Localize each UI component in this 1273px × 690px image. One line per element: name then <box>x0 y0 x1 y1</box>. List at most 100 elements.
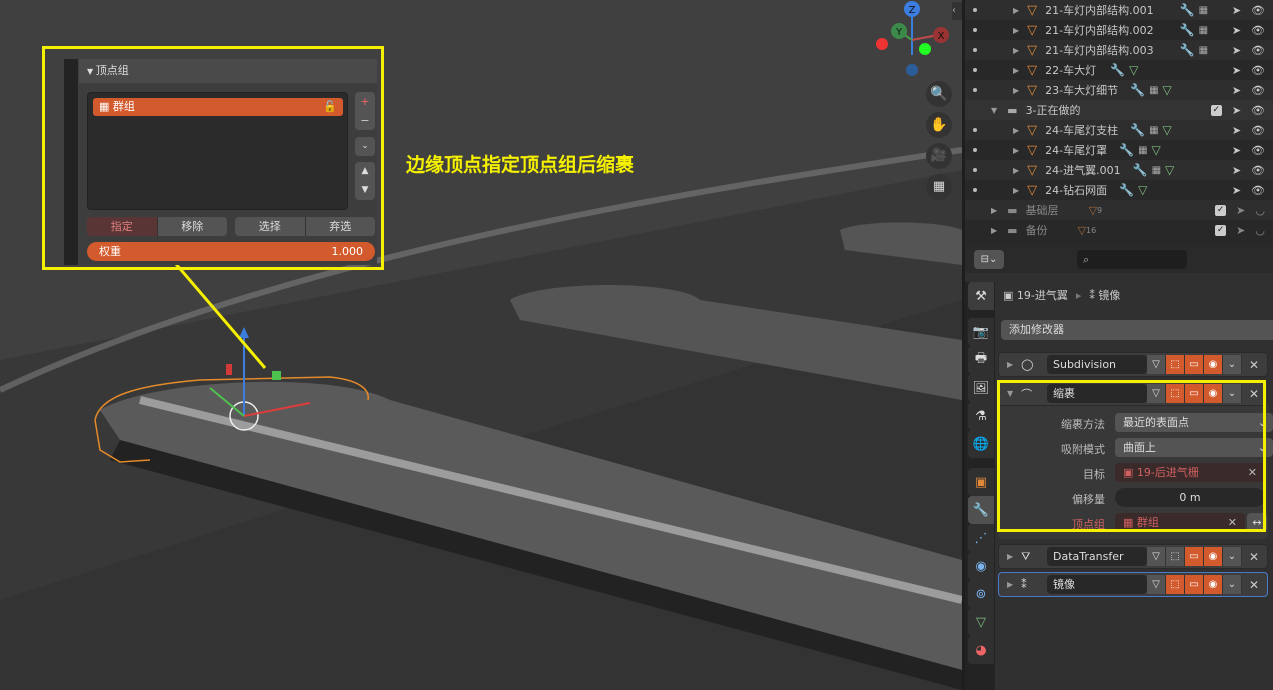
modifier-icon[interactable]: 🔧 <box>1130 83 1145 97</box>
editmode-icon[interactable]: ⬚ <box>1166 575 1185 594</box>
data-tab-icon[interactable]: ▽ <box>968 608 994 636</box>
outliner-row[interactable]: ▶ ▽ 24-钻石网面 🔧 ▽ ➤ 👁 <box>965 180 1273 200</box>
eye-icon[interactable]: 👁 <box>1251 124 1265 137</box>
select-arrow-icon[interactable]: ➤ <box>1232 184 1241 197</box>
select-arrow-icon[interactable]: ➤ <box>1232 44 1241 57</box>
eye-closed-icon[interactable]: ◡ <box>1255 204 1265 217</box>
collapse-sidebar-icon[interactable]: ‹ <box>952 2 962 20</box>
expand-icon[interactable]: ▶ <box>1007 580 1013 589</box>
dropdown-icon[interactable]: ⌄ <box>1223 355 1242 374</box>
delete-modifier-icon[interactable]: ✕ <box>1249 578 1259 592</box>
dropdown-icon[interactable]: ⌄ <box>1223 547 1242 566</box>
output-tab-icon[interactable]: 🖶 <box>968 346 994 374</box>
vertex-group-list[interactable]: ▦ 群组 🔓 <box>87 92 348 210</box>
modifier-icon[interactable]: 🔧 <box>1110 63 1125 77</box>
modifier-tab-icon[interactable]: 🔧 <box>968 496 994 524</box>
eye-icon[interactable]: 👁 <box>1251 44 1265 57</box>
outliner-row[interactable]: ▶ ▽ 24-进气翼.001 🔧 ▦ ▽ ➤ 👁 <box>965 160 1273 180</box>
modifier-mirror[interactable]: ▶ ⁑ 镜像 ▽ ⬚ ▭ ◉ ⌄ ✕ <box>998 572 1268 597</box>
view-layer-tab-icon[interactable]: 🖼 <box>968 374 994 402</box>
edit-cage-icon[interactable]: ▽ <box>1147 547 1166 566</box>
remove-icon[interactable]: − <box>355 111 375 130</box>
eye-icon[interactable]: 👁 <box>1251 4 1265 17</box>
outliner-row[interactable]: ▶ ▽ 24-车尾灯罩 🔧 ▦ ▽ ➤ 👁 <box>965 140 1273 160</box>
select-arrow-icon[interactable]: ➤ <box>1236 224 1245 237</box>
modifier-subdivision[interactable]: ▶ ◯ Subdivision ▽ ⬚ ▭ ◉ ⌄ ✕ <box>998 352 1268 377</box>
object-tab-icon[interactable]: ▣ <box>968 468 994 496</box>
move-up-icon[interactable]: ▲ <box>355 162 375 181</box>
modifier-icon[interactable]: 🔧 <box>1119 183 1134 197</box>
modifier-datatransfer[interactable]: ▶ ⛛ DataTransfer ▽ ⬚ ▭ ◉ ⌄ ✕ <box>998 544 1268 569</box>
eye-icon[interactable]: 👁 <box>1251 144 1265 157</box>
render-icon[interactable]: ◉ <box>1204 575 1223 594</box>
pan-hand-icon[interactable]: ✋ <box>926 112 952 138</box>
remove-button[interactable]: 移除 <box>156 217 228 236</box>
eye-icon[interactable]: 👁 <box>1251 24 1265 37</box>
add-remove-group-buttons[interactable]: + − <box>355 92 375 130</box>
select-arrow-icon[interactable]: ➤ <box>1232 104 1241 117</box>
checkbox[interactable]: ✓ <box>1210 104 1222 116</box>
render-icon[interactable]: ◉ <box>1204 355 1223 374</box>
add-modifier-dropdown[interactable]: 添加修改器 <box>1001 320 1273 340</box>
search-input[interactable]: ⌕ <box>1077 250 1187 269</box>
modifier-icon[interactable]: 🔧 <box>1133 163 1148 177</box>
grid-icon[interactable]: ▦ <box>926 174 952 200</box>
modifier-icon[interactable]: 🔧 <box>1180 3 1195 17</box>
checkbox[interactable]: ✓ <box>1215 224 1227 236</box>
select-button[interactable]: 选择 <box>235 217 305 236</box>
physics-tab-icon[interactable]: ◉ <box>968 552 994 580</box>
eye-icon[interactable]: 👁 <box>1251 184 1265 197</box>
world-tab-icon[interactable]: 🌐 <box>968 430 994 458</box>
panel-header[interactable]: ▼ 顶点组 <box>79 59 377 83</box>
delete-modifier-icon[interactable]: ✕ <box>1249 358 1259 372</box>
outliner-row[interactable]: ▶ ▽ 21-车灯内部结构.001 🔧 ▦ ➤ 👁 <box>965 0 1273 20</box>
select-arrow-icon[interactable]: ➤ <box>1232 84 1241 97</box>
modifier-name-field[interactable]: Subdivision <box>1047 355 1147 374</box>
eye-icon[interactable]: 👁 <box>1251 104 1265 117</box>
viewport-icon[interactable]: ▭ <box>1185 355 1204 374</box>
expand-icon[interactable]: ▶ <box>1007 552 1013 561</box>
select-arrow-icon[interactable]: ➤ <box>1232 24 1241 37</box>
modifier-icon[interactable]: 🔧 <box>1180 43 1195 57</box>
select-arrow-icon[interactable]: ➤ <box>1232 164 1241 177</box>
assign-button[interactable]: 指定 <box>87 217 157 236</box>
select-arrow-icon[interactable]: ➤ <box>1232 64 1241 77</box>
constraints-tab-icon[interactable]: ⊚ <box>968 580 994 608</box>
add-icon[interactable]: + <box>355 92 375 111</box>
checkbox[interactable]: ✓ <box>1215 204 1227 216</box>
eye-closed-icon[interactable]: ◡ <box>1255 224 1265 237</box>
editor-type-dropdown[interactable]: ⊟⌄ <box>974 250 1004 269</box>
expand-icon[interactable]: ▶ <box>1007 360 1013 369</box>
move-down-icon[interactable]: ▼ <box>355 181 375 200</box>
eye-icon[interactable]: 👁 <box>1251 84 1265 97</box>
outliner-row[interactable]: ▶ ▽ 23-车大灯细节 🔧 ▦ ▽ ➤ 👁 <box>965 80 1273 100</box>
lock-icon[interactable]: 🔓 <box>323 98 337 116</box>
scene-tab-icon[interactable]: ⚗ <box>968 402 994 430</box>
viewport-icon[interactable]: ▭ <box>1185 547 1204 566</box>
modifier-icon[interactable]: 🔧 <box>1119 143 1134 157</box>
outliner-collection-row[interactable]: ▼ ▬ 3-正在做的 ✓ ➤ 👁 <box>965 100 1273 120</box>
modifier-icon[interactable]: 🔧 <box>1130 123 1145 137</box>
move-buttons[interactable]: ▲ ▼ <box>355 162 375 200</box>
edit-cage-icon[interactable]: ▽ <box>1147 355 1166 374</box>
weight-slider[interactable]: 权重 1.000 <box>87 242 375 261</box>
edit-cage-icon[interactable]: ▽ <box>1147 575 1166 594</box>
eye-icon[interactable]: 👁 <box>1251 164 1265 177</box>
render-icon[interactable]: ◉ <box>1204 547 1223 566</box>
eye-icon[interactable]: 👁 <box>1251 64 1265 77</box>
outliner-collection-row[interactable]: ▶ ▬ 备份 ▽ 16 ✓ ➤ ◡ <box>965 220 1273 240</box>
deselect-button[interactable]: 弃选 <box>304 217 376 236</box>
specials-menu-icon[interactable]: ⌄ <box>355 137 375 156</box>
select-arrow-icon[interactable]: ➤ <box>1232 144 1241 157</box>
3d-viewport[interactable]: Z X Y 🔍 ✋ 🎥 ▦ ‹ 边缘顶点指定顶点组后缩裹 ▼ 顶点组 ▦ 群组 🔓… <box>0 0 962 690</box>
material-tab-icon[interactable]: ◕ <box>968 636 994 664</box>
vertex-group-item[interactable]: ▦ 群组 🔓 <box>93 98 343 116</box>
modifier-icon[interactable]: 🔧 <box>1180 23 1195 37</box>
select-arrow-icon[interactable]: ➤ <box>1236 204 1245 217</box>
editmode-icon[interactable]: ⬚ <box>1166 355 1185 374</box>
outliner-row[interactable]: ▶ ▽ 22-车大灯 🔧 ▽ ➤ 👁 <box>965 60 1273 80</box>
outliner-row[interactable]: ▶ ▽ 24-车尾灯支柱 🔧 ▦ ▽ ➤ 👁 <box>965 120 1273 140</box>
render-tab-icon[interactable]: 📷 <box>968 318 994 346</box>
particles-tab-icon[interactable]: ⋰ <box>968 524 994 552</box>
modifier-name-field[interactable]: DataTransfer <box>1047 547 1147 566</box>
